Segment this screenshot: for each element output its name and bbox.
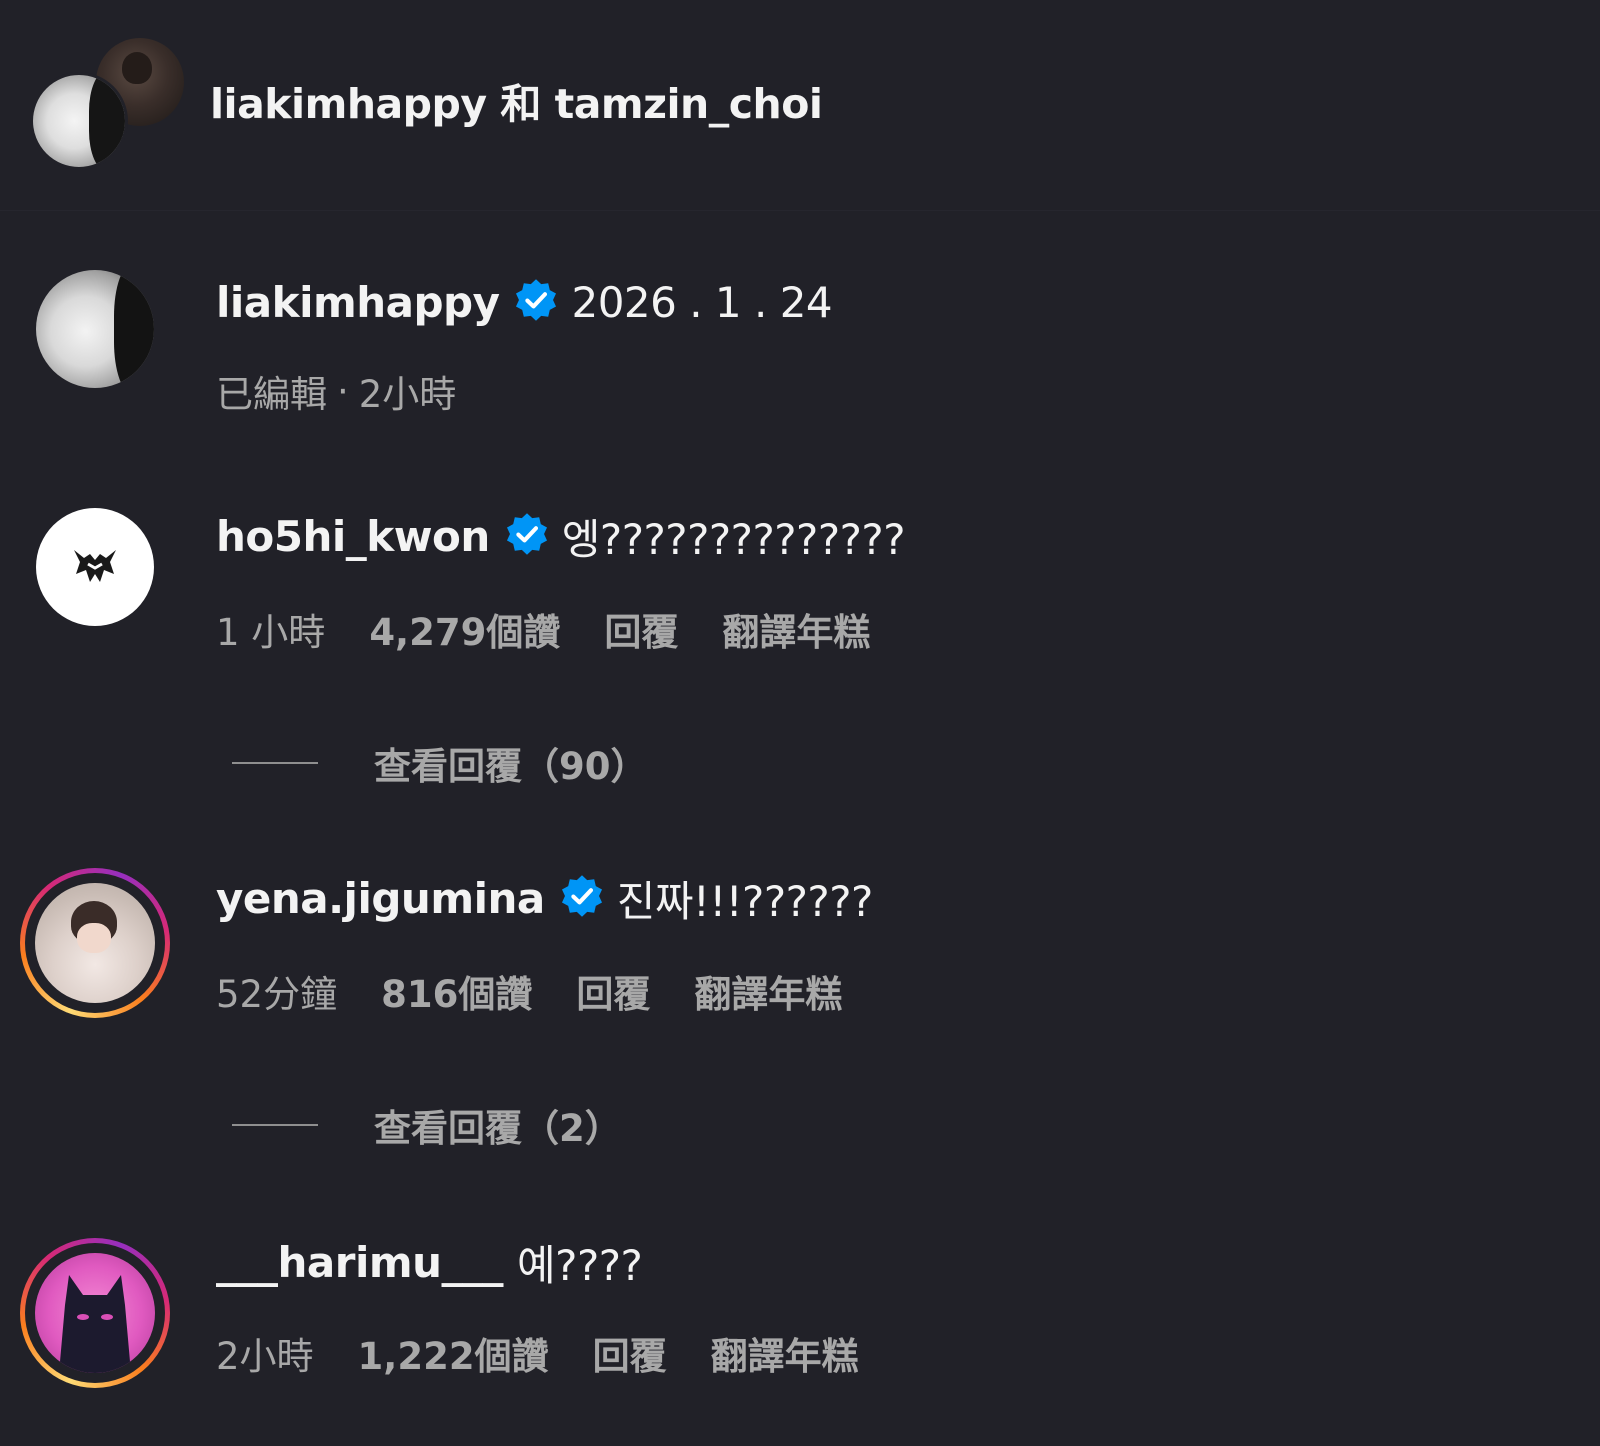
comment-3-line: ___harimu___ 예???? xyxy=(216,1234,643,1290)
comment-time[interactable]: 52分鐘 xyxy=(216,964,337,1018)
comment-2-meta: 52分鐘 816個讚 回覆 翻譯年糕 xyxy=(216,964,886,1018)
caption-author-avatar[interactable] xyxy=(36,270,154,388)
likes-count[interactable]: 1,222個讚 xyxy=(358,1326,549,1380)
reply-button[interactable]: 回覆 xyxy=(576,964,650,1018)
view-replies-button[interactable]: 查看回覆（2） xyxy=(232,1098,622,1152)
translate-button[interactable]: 翻譯年糕 xyxy=(722,602,870,656)
verified-badge-icon xyxy=(504,511,550,561)
view-replies-button[interactable]: 查看回覆（90） xyxy=(232,736,648,790)
comment-3-meta: 2小時 1,222個讚 回覆 翻譯年糕 xyxy=(216,1326,903,1380)
reply-button[interactable]: 回覆 xyxy=(593,1326,667,1380)
caption-text: 2026 . 1 . 24 xyxy=(571,277,833,327)
verified-badge-icon xyxy=(513,277,559,327)
story-ring[interactable] xyxy=(20,1238,170,1388)
likes-count[interactable]: 4,279個讚 xyxy=(369,602,560,656)
post-header: liakimhappy 和 tamzin_choi xyxy=(0,0,1600,211)
comment-1-meta: 1 小時 4,279個讚 回覆 翻譯年糕 xyxy=(216,602,914,656)
comment-time[interactable]: 2小時 xyxy=(216,1326,314,1380)
comment-username[interactable]: ___harimu___ xyxy=(216,1238,504,1287)
view-replies-label[interactable]: 查看回覆（2） xyxy=(374,1098,622,1152)
view-replies-label[interactable]: 查看回覆（90） xyxy=(374,736,648,790)
replies-divider xyxy=(232,762,318,764)
meta-separator: · xyxy=(337,369,349,413)
caption-meta: 已編輯 · 2小時 xyxy=(216,364,500,418)
comment-text: 예???? xyxy=(517,1240,643,1290)
comment-time[interactable]: 1 小時 xyxy=(216,602,325,656)
edited-label: 已編輯 xyxy=(216,373,327,416)
comment-1-line: ho5hi_kwon 엥?????????????? xyxy=(216,508,906,564)
comment-text: 엥?????????????? xyxy=(561,514,906,564)
comment-avatar-ho5hi-kwon[interactable] xyxy=(36,508,154,626)
comment-2-line: yena.jigumina 진짜!!!?????? xyxy=(216,870,873,926)
likes-count[interactable]: 816個讚 xyxy=(381,964,532,1018)
comment-username[interactable]: ho5hi_kwon xyxy=(216,512,490,561)
caption-time[interactable]: 2小時 xyxy=(359,364,457,418)
verified-badge-icon xyxy=(559,873,605,923)
caption-line: liakimhappy 2026 . 1 . 24 xyxy=(216,274,833,330)
collab-avatars[interactable] xyxy=(30,38,184,170)
comment-avatar-yena-jigumina[interactable] xyxy=(35,883,155,1003)
post-authors-title[interactable]: liakimhappy 和 tamzin_choi xyxy=(210,70,823,130)
story-ring[interactable] xyxy=(20,868,170,1018)
translate-button[interactable]: 翻譯年糕 xyxy=(694,964,842,1018)
comment-text: 진짜!!!?????? xyxy=(616,876,874,926)
translate-button[interactable]: 翻譯年糕 xyxy=(711,1326,859,1380)
caption-username[interactable]: liakimhappy xyxy=(216,278,500,327)
comment-username[interactable]: yena.jigumina xyxy=(216,874,545,923)
cat-avatar-icon xyxy=(59,1275,131,1373)
avatar-liakimhappy[interactable] xyxy=(30,72,128,170)
tiger-logo-icon xyxy=(74,550,116,582)
comment-avatar-harimu[interactable] xyxy=(35,1253,155,1373)
reply-button[interactable]: 回覆 xyxy=(604,602,678,656)
replies-divider xyxy=(232,1124,318,1126)
